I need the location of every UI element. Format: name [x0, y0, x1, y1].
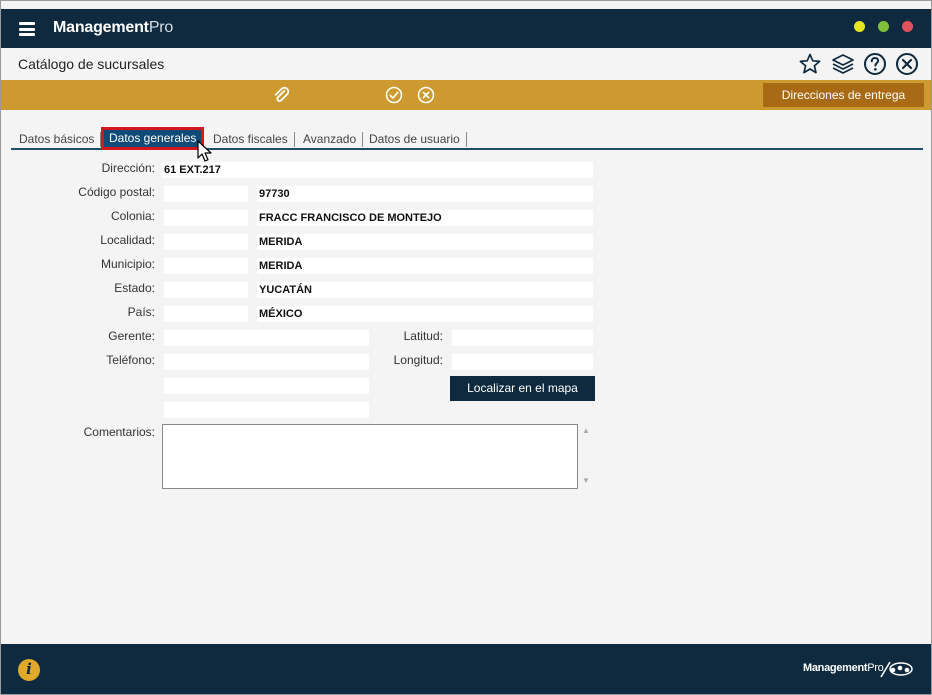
municipio-label: Municipio: [100, 257, 155, 271]
tab-datos-generales[interactable]: Datos generales [101, 127, 205, 150]
cancel-icon[interactable] [417, 86, 435, 104]
latitud-field[interactable] [452, 330, 593, 346]
telefono-field-3[interactable] [164, 402, 369, 418]
tab-datos-de-usuario[interactable]: Datos de usuario [369, 132, 467, 147]
bottom-bar: i ManagementPro [1, 644, 931, 694]
brand-bold: Management [53, 19, 149, 36]
minimize-button[interactable] [854, 21, 865, 32]
locate-on-map-button[interactable]: Localizar en el mapa [450, 376, 595, 401]
direccion-field[interactable]: 61 EXT.217 [162, 162, 593, 178]
close-window-button[interactable] [902, 21, 913, 32]
action-toolbar: Direcciones de entrega [1, 80, 931, 110]
brand-light: Pro [148, 19, 174, 36]
app-window: ManagementPro Catálogo de sucursales Dir… [0, 0, 932, 695]
estado-label: Estado: [114, 281, 155, 295]
scroll-down-icon[interactable]: ▼ [582, 476, 590, 485]
scroll-up-icon[interactable]: ▲ [582, 426, 590, 435]
layers-icon[interactable] [831, 52, 855, 76]
colonia-field[interactable]: FRACC FRANCISCO DE MONTEJO [257, 210, 593, 226]
comentarios-textarea[interactable] [162, 424, 578, 489]
latitud-label: Latitud: [403, 329, 443, 343]
longitud-field[interactable] [452, 354, 593, 370]
localidad-field[interactable]: MERIDA [257, 234, 593, 250]
top-bar: ManagementPro [1, 9, 931, 48]
telefono-field-2[interactable] [164, 378, 369, 394]
menu-icon[interactable] [19, 22, 35, 36]
codigo-postal-field[interactable]: 97730 [257, 186, 593, 202]
page-title: Catálogo de sucursales [18, 56, 165, 72]
colonia-id-field[interactable] [164, 210, 248, 226]
direccion-label: Dirección: [101, 161, 155, 175]
localidad-label: Localidad: [100, 233, 155, 247]
pais-field[interactable]: MÉXICO [257, 306, 593, 322]
tab-avanzado[interactable]: Avanzado [303, 132, 364, 147]
tab-datos-fiscales[interactable]: Datos fiscales [213, 132, 295, 147]
telefono-label: Teléfono: [106, 353, 155, 367]
codigo-postal-id-field[interactable] [164, 186, 248, 202]
gerente-label: Gerente: [108, 329, 155, 343]
comentarios-label: Comentarios: [83, 425, 155, 439]
pais-label: País: [127, 305, 155, 319]
paperclip-icon[interactable] [272, 86, 290, 104]
colonia-label: Colonia: [110, 209, 155, 223]
gerente-field[interactable] [164, 330, 369, 346]
codigo-postal-label: Código postal: [78, 185, 155, 199]
delivery-addresses-button[interactable]: Direcciones de entrega [763, 83, 924, 107]
tab-bar: Datos básicos Datos generales Datos fisc… [11, 127, 923, 150]
comentarios-scrollbar[interactable]: ▲ ▼ [579, 424, 593, 489]
estado-id-field[interactable] [164, 282, 248, 298]
close-icon[interactable] [895, 52, 919, 76]
telefono-field-1[interactable] [164, 354, 369, 370]
municipio-field[interactable]: MERIDA [257, 258, 593, 274]
mouse-cursor-icon [197, 140, 212, 162]
footer-brand-bold: Management [803, 662, 868, 674]
footer-brand: ManagementPro [803, 662, 884, 674]
estado-field[interactable]: YUCATÁN [257, 282, 593, 298]
pais-id-field[interactable] [164, 306, 248, 322]
maximize-button[interactable] [878, 21, 889, 32]
brand-logo-icon [880, 661, 913, 678]
tab-datos-basicos[interactable]: Datos básicos [19, 132, 102, 147]
localidad-id-field[interactable] [164, 234, 248, 250]
app-brand: ManagementPro [53, 19, 173, 37]
help-icon[interactable] [863, 52, 887, 76]
info-icon[interactable]: i [18, 659, 40, 681]
municipio-id-field[interactable] [164, 258, 248, 274]
accept-icon[interactable] [385, 86, 403, 104]
longitud-label: Longitud: [393, 353, 443, 367]
title-row: Catálogo de sucursales [1, 48, 931, 80]
star-icon[interactable] [798, 52, 822, 76]
